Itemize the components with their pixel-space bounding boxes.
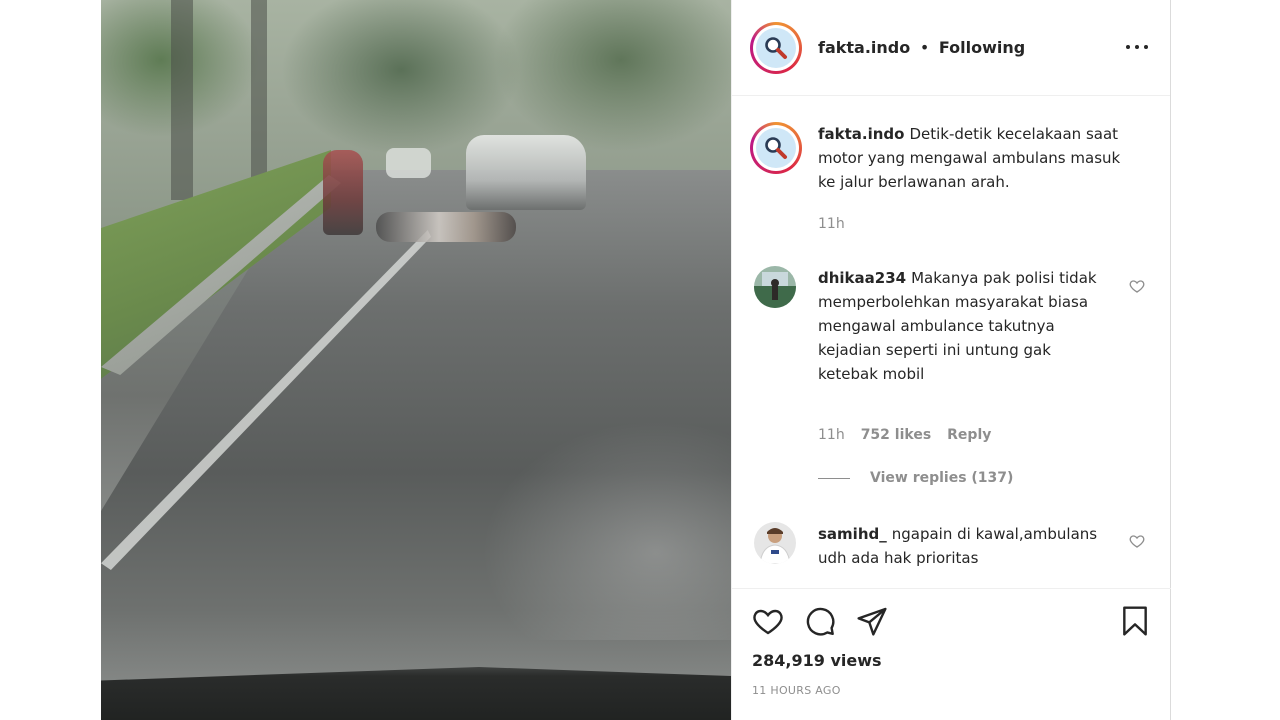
post-video[interactable] (101, 0, 731, 720)
view-replies-button[interactable]: View replies (137) (818, 470, 1013, 486)
comment-item: dhikaa234 Makanya pak polisi tidak memper… (754, 266, 1100, 386)
comment-username[interactable]: samihd_ (818, 525, 887, 543)
reply-button[interactable]: Reply (947, 427, 991, 443)
post-header: fakta.indo • Following (732, 0, 1170, 96)
heart-icon[interactable] (1129, 533, 1145, 549)
video-motorcycle (323, 150, 363, 235)
post-actions: 284,919 views 11 HOURS AGO (732, 588, 1171, 720)
magnifier-icon (765, 137, 787, 159)
caption-time[interactable]: 11h (818, 216, 845, 232)
comment-text: dhikaa234 Makanya pak polisi tidak memper… (818, 266, 1100, 386)
video-tree-trunk (171, 0, 193, 200)
video-tree-trunk (251, 0, 267, 180)
video-fallen-rider (376, 212, 516, 242)
comments-list[interactable]: fakta.indo Detik-detik kecelakaan saat mo… (732, 96, 1171, 588)
magnifier-icon (765, 36, 787, 59)
profile-avatar[interactable] (750, 21, 802, 74)
divider (818, 477, 850, 479)
more-options-icon[interactable] (1126, 37, 1148, 57)
share-icon[interactable] (856, 605, 888, 637)
caption: fakta.indo Detik-detik kecelakaan saat mo… (750, 122, 1138, 194)
post-timestamp[interactable]: 11 HOURS AGO (752, 684, 841, 697)
heart-icon[interactable] (752, 605, 784, 637)
video-glare (481, 420, 731, 640)
views-count[interactable]: 284,919 views (752, 651, 882, 670)
video-distant-car (386, 148, 431, 178)
header-user-line: fakta.indo • Following (818, 38, 1025, 57)
caption-avatar[interactable] (750, 122, 802, 174)
comment-likes[interactable]: 752 likes (861, 427, 931, 443)
caption-text: fakta.indo Detik-detik kecelakaan saat mo… (818, 122, 1138, 194)
bookmark-icon[interactable] (1119, 605, 1151, 637)
follow-status[interactable]: Following (939, 38, 1025, 57)
heart-icon[interactable] (1129, 278, 1145, 294)
view-replies-label: View replies (137) (870, 470, 1014, 486)
comment-text: samihd_ ngapain di kawal,ambulans udh ada… (818, 522, 1100, 570)
comment-item: samihd_ ngapain di kawal,ambulans udh ada… (754, 522, 1100, 570)
header-separator: • (919, 38, 930, 57)
avatar[interactable] (754, 266, 796, 308)
post-side-panel: fakta.indo • Following fakta.indo Detik-… (731, 0, 1171, 720)
caption-username[interactable]: fakta.indo (818, 125, 904, 143)
comment-username[interactable]: dhikaa234 (818, 269, 906, 287)
comment-meta: 11h 752 likes Reply (818, 427, 991, 443)
instagram-post: fakta.indo • Following fakta.indo Detik-… (101, 0, 1171, 720)
comment-time[interactable]: 11h (818, 427, 845, 443)
header-username[interactable]: fakta.indo (818, 38, 910, 57)
action-icons (752, 605, 888, 637)
comment-icon[interactable] (804, 605, 836, 637)
avatar[interactable] (754, 522, 796, 564)
video-car (466, 135, 586, 210)
